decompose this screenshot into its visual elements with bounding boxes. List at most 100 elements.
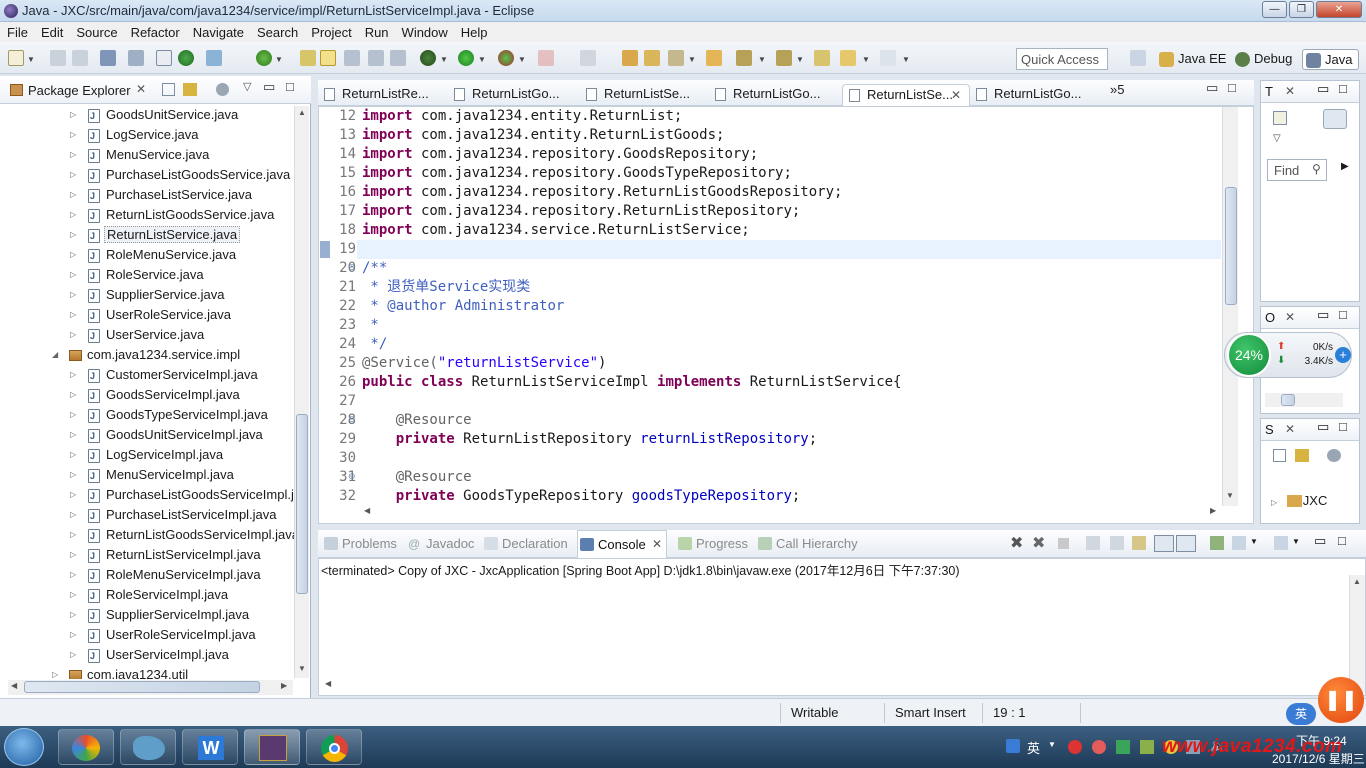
save-icon[interactable] bbox=[50, 50, 66, 66]
tree-item[interactable]: ▷UserService.java bbox=[70, 325, 204, 346]
console-output[interactable]: <terminated> Copy of JXC - JxcApplicatio… bbox=[318, 558, 1366, 696]
tray-security-icon[interactable] bbox=[1116, 740, 1130, 754]
clock-time[interactable]: 下午 9:24 bbox=[1296, 732, 1347, 749]
block-select-icon[interactable] bbox=[368, 50, 384, 66]
servers-tab-label[interactable]: S bbox=[1265, 422, 1274, 437]
highlight-icon[interactable] bbox=[320, 50, 336, 66]
code-line[interactable]: import com.java1234.repository.GoodsType… bbox=[362, 164, 792, 183]
open-folder-icon[interactable] bbox=[622, 50, 638, 66]
tree-item[interactable]: ▷MenuServiceImpl.java bbox=[70, 465, 234, 486]
tab-progress[interactable]: Progress bbox=[676, 536, 748, 551]
perspective-java[interactable]: Java bbox=[1302, 49, 1360, 70]
terminate-icon[interactable]: ✖ bbox=[1010, 533, 1023, 553]
next-annotation-dropdown-icon[interactable]: ▼ bbox=[758, 55, 766, 64]
maximize-view-icon[interactable]: □ bbox=[1339, 419, 1347, 434]
minimize-editor-icon[interactable]: ▭ bbox=[1206, 80, 1218, 96]
debug-icon[interactable] bbox=[178, 50, 194, 66]
collapse-all-icon[interactable] bbox=[1273, 449, 1286, 462]
pen-dropdown-icon[interactable]: ▼ bbox=[688, 55, 696, 64]
new-icon[interactable] bbox=[8, 50, 24, 66]
tree-item[interactable]: ▷RoleService.java bbox=[70, 265, 204, 286]
next-arrow-icon[interactable]: ▶ bbox=[1341, 161, 1349, 172]
tree-item[interactable]: ▷GoodsUnitServiceImpl.java bbox=[70, 425, 263, 446]
recorder-pause-button[interactable]: ❚❚ bbox=[1318, 677, 1364, 723]
save-all-icon[interactable] bbox=[72, 50, 88, 66]
tab-call-hierarchy[interactable]: Call Hierarchy bbox=[756, 536, 858, 551]
editor-tab[interactable]: ReturnListGo... bbox=[448, 84, 559, 106]
package-explorer-hscroll[interactable]: ◀ ▶ bbox=[8, 680, 293, 695]
hscrollbar-thumb[interactable] bbox=[1281, 394, 1295, 406]
close-tab-icon[interactable]: ✕ bbox=[652, 537, 662, 551]
clock-date[interactable]: 2017/12/6 星期三 bbox=[1272, 750, 1365, 767]
menu-run[interactable]: Run bbox=[358, 22, 395, 42]
outline-hscroll[interactable] bbox=[1265, 393, 1343, 407]
minimize-view-icon[interactable]: ▭ bbox=[1314, 533, 1326, 549]
open-type-icon[interactable] bbox=[300, 50, 316, 66]
maximize-button[interactable]: ❐ bbox=[1289, 1, 1314, 18]
run-icon[interactable] bbox=[458, 50, 474, 66]
open-console-dropdown-icon[interactable]: ▼ bbox=[1292, 537, 1300, 546]
filter-icon[interactable] bbox=[1327, 449, 1341, 462]
stop-icon[interactable] bbox=[1058, 538, 1069, 549]
tree-item[interactable]: ▷ReturnListGoodsService.java bbox=[70, 205, 274, 226]
taskbar-app-wps[interactable]: W bbox=[182, 729, 238, 765]
forward-icon[interactable] bbox=[880, 50, 896, 66]
tree-item[interactable]: ▷SupplierService.java bbox=[70, 285, 225, 306]
run-dropdown-icon[interactable]: ▼ bbox=[478, 55, 486, 64]
taskbar-app-mysql[interactable] bbox=[120, 729, 176, 765]
maximize-editor-icon[interactable]: □ bbox=[1228, 80, 1236, 95]
tree-item[interactable]: ▷PurchaseListService.java bbox=[70, 185, 252, 206]
display-console-icon[interactable] bbox=[1232, 536, 1246, 550]
task-tab-label[interactable]: T bbox=[1265, 84, 1273, 99]
tree-item[interactable]: ▷CustomerServiceImpl.java bbox=[70, 365, 258, 386]
code-line[interactable]: /** bbox=[362, 259, 387, 278]
focus-icon[interactable] bbox=[216, 83, 229, 96]
tab-javadoc[interactable]: @ Javadoc bbox=[406, 536, 474, 551]
minimize-view-icon[interactable]: ▭ bbox=[1317, 307, 1329, 323]
editor-tab-active[interactable]: ReturnListSe... ✕ bbox=[842, 84, 970, 106]
code-line[interactable]: public class ReturnListServiceImpl imple… bbox=[362, 373, 901, 392]
show-console-on-output-icon[interactable] bbox=[1154, 535, 1174, 552]
open-task-icon[interactable] bbox=[644, 50, 660, 66]
tree-item[interactable]: ▷RoleServiceImpl.java bbox=[70, 585, 228, 606]
pen-icon[interactable] bbox=[668, 50, 684, 66]
tree-item[interactable]: ▷LogService.java bbox=[70, 125, 199, 146]
link-with-editor-icon[interactable] bbox=[183, 83, 197, 96]
close-view-icon[interactable]: ✕ bbox=[1285, 84, 1295, 98]
network-monitor-widget[interactable]: 24% ⬆ ⬇ 0K/s 3.4K/s + bbox=[1224, 332, 1352, 378]
code-line[interactable]: import com.java1234.entity.ReturnList; bbox=[362, 107, 682, 126]
package-explorer-vscroll[interactable]: ▲ ▼ bbox=[294, 106, 309, 678]
code-line[interactable]: import com.java1234.repository.ReturnLis… bbox=[362, 202, 800, 221]
package-explorer-title[interactable]: Package Explorer bbox=[28, 83, 131, 98]
new-dropdown-icon[interactable]: ▼ bbox=[27, 55, 35, 64]
console-hscroll-left[interactable]: ◀ bbox=[325, 679, 331, 688]
scroll-lock-icon[interactable] bbox=[1110, 536, 1124, 550]
console-icon[interactable] bbox=[100, 50, 116, 66]
add-icon[interactable]: + bbox=[1335, 347, 1351, 363]
editor-tab[interactable]: ReturnListGo... bbox=[709, 84, 820, 106]
tree-package-util[interactable]: ▷ com.java1234.util bbox=[52, 665, 188, 679]
perspective-java-ee[interactable]: Java EE bbox=[1156, 49, 1232, 70]
connect-icon[interactable] bbox=[580, 50, 596, 66]
find-input[interactable]: Find ⚲ bbox=[1267, 159, 1327, 181]
taskbar-app-eclipse[interactable] bbox=[244, 729, 300, 765]
minimize-view-icon[interactable]: ▭ bbox=[1317, 419, 1329, 435]
outline-tab-label[interactable]: O bbox=[1265, 310, 1275, 325]
quick-access-input[interactable]: Quick Access bbox=[1016, 48, 1108, 70]
menu-source[interactable]: Source bbox=[69, 22, 123, 42]
menu-project[interactable]: Project bbox=[304, 22, 357, 42]
link-icon[interactable] bbox=[1295, 449, 1309, 462]
fold-icon[interactable]: ⊖ bbox=[348, 471, 356, 482]
collapse-all-icon[interactable] bbox=[162, 83, 175, 96]
debug-dropdown-icon[interactable]: ▼ bbox=[440, 55, 448, 64]
clear-console-icon[interactable] bbox=[1086, 536, 1100, 550]
new-task-icon[interactable] bbox=[1273, 111, 1287, 125]
open-perspective-icon[interactable] bbox=[1130, 50, 1146, 66]
code-line[interactable]: import com.java1234.repository.ReturnLis… bbox=[362, 183, 842, 202]
tab-console[interactable]: Console ✕ bbox=[577, 530, 667, 558]
menu-navigate[interactable]: Navigate bbox=[186, 22, 250, 42]
close-button[interactable]: ✕ bbox=[1316, 1, 1362, 18]
code-line[interactable]: import com.java1234.service.ReturnListSe… bbox=[362, 221, 750, 240]
word-wrap-icon[interactable] bbox=[1132, 536, 1146, 550]
tab-overflow-button[interactable]: »5 bbox=[1110, 82, 1124, 97]
